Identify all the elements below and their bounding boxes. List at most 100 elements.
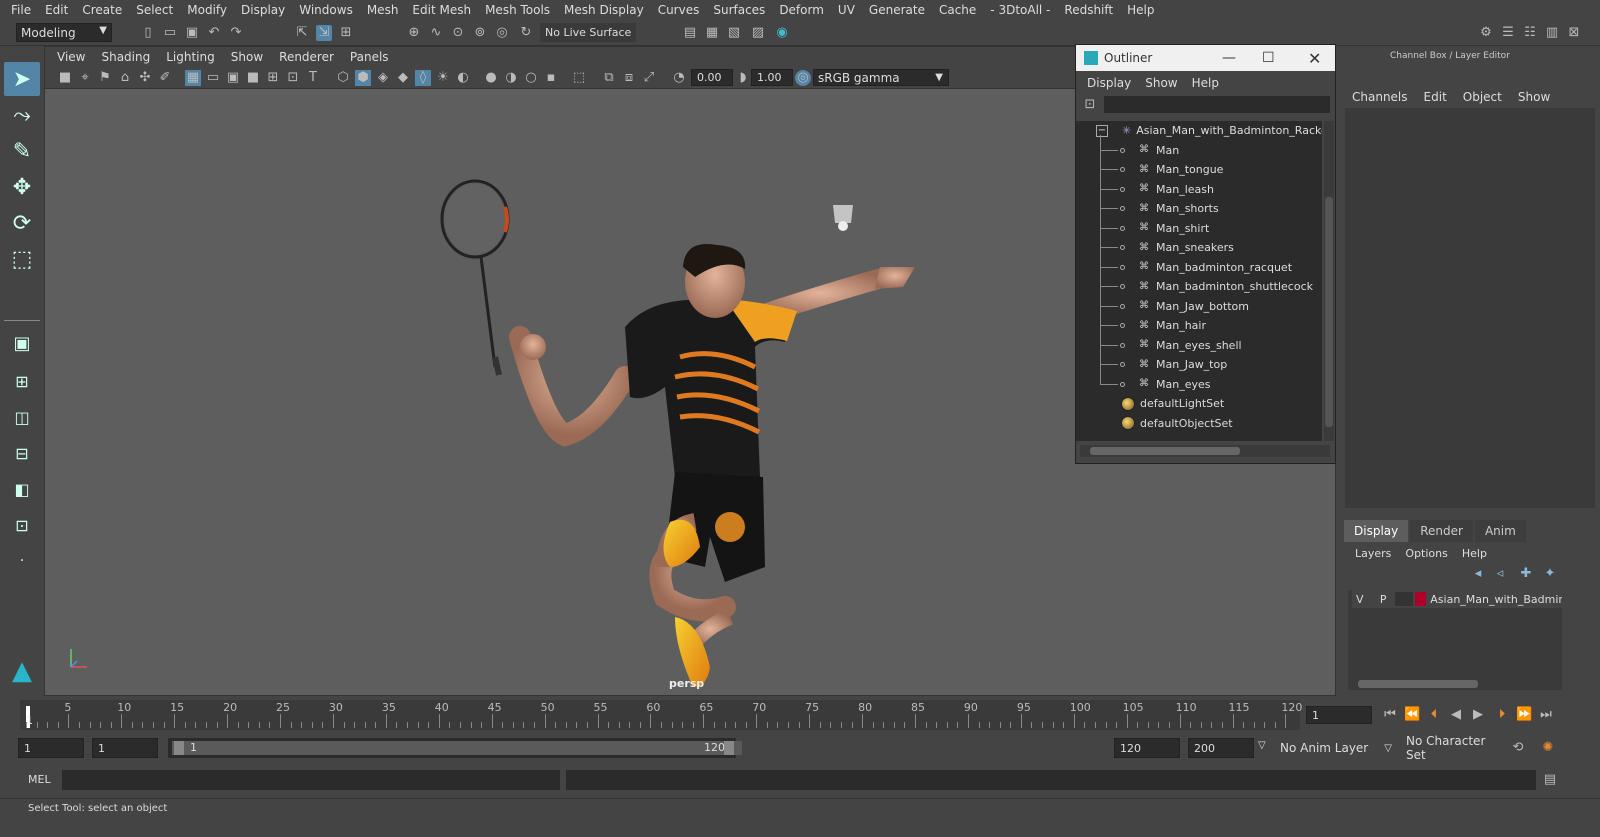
step-forward-key-icon[interactable]: ⏵ bbox=[1494, 707, 1510, 723]
ambient-occlusion-icon[interactable]: ◑ bbox=[503, 70, 519, 86]
layer-up-icon[interactable]: ◂ bbox=[1470, 566, 1486, 582]
outliner-menu-help[interactable]: Help bbox=[1185, 76, 1226, 90]
attribute-editor-icon[interactable]: ☷ bbox=[1522, 25, 1538, 41]
new-layer-selected-icon[interactable]: ✦ bbox=[1542, 566, 1558, 582]
select-tool-icon[interactable]: ➤ bbox=[4, 62, 40, 96]
play-forwards-icon[interactable]: ▶ bbox=[1470, 707, 1486, 723]
outliner-item-root[interactable]: Asian_Man_with_Badminton_Racket bbox=[1136, 124, 1322, 137]
outliner-hscroll[interactable] bbox=[1080, 445, 1330, 457]
command-input[interactable] bbox=[62, 770, 560, 790]
tab-render[interactable]: Render bbox=[1410, 520, 1473, 542]
wireframe-on-shaded-icon[interactable]: ◈ bbox=[375, 70, 391, 86]
new-layer-icon[interactable]: ✚ bbox=[1518, 566, 1534, 582]
menu-deform[interactable]: Deform bbox=[772, 3, 831, 17]
select-component-icon[interactable]: ⊞ bbox=[338, 25, 354, 41]
outliner-item[interactable]: ⌘ Man_badminton_racquet bbox=[1100, 258, 1292, 277]
time-slider[interactable]: 1 5 10 15 20 25 30 35 40 45 50 55 60 65 70 75 80 85 90 95 1… bbox=[0, 698, 1600, 732]
safe-title-icon[interactable]: T bbox=[305, 70, 321, 86]
menu-display[interactable]: Display bbox=[234, 3, 292, 17]
collapse-icon[interactable]: − bbox=[1096, 124, 1108, 137]
render-settings-icon[interactable]: ▨ bbox=[750, 25, 766, 41]
range-end-handle[interactable] bbox=[724, 741, 734, 755]
anim-prefs-icon[interactable]: ✺ bbox=[1540, 740, 1556, 756]
grid-icon[interactable]: ▦ bbox=[185, 70, 201, 86]
persp-hypershade-icon[interactable]: ◧ bbox=[4, 472, 40, 506]
minimize-icon[interactable]: — bbox=[1222, 50, 1236, 66]
channelbox-menu-object[interactable]: Object bbox=[1455, 90, 1510, 104]
render-frame-icon[interactable]: ▦ bbox=[704, 25, 720, 41]
menu-windows[interactable]: Windows bbox=[292, 3, 360, 17]
channelbox-menu-channels[interactable]: Channels bbox=[1344, 90, 1416, 104]
outliner-item[interactable]: ⌘ Man_leash bbox=[1100, 180, 1214, 199]
color-management-icon[interactable]: ◎ bbox=[795, 70, 811, 86]
bookmark-icon[interactable]: ⚑ bbox=[97, 70, 113, 86]
new-scene-icon[interactable]: ▯ bbox=[140, 25, 156, 41]
safe-action-icon[interactable]: ⊡ bbox=[285, 70, 301, 86]
menu-generate[interactable]: Generate bbox=[862, 3, 932, 17]
viewport-menu-panels[interactable]: Panels bbox=[342, 50, 397, 64]
snap-grid-icon[interactable]: ⊕ bbox=[406, 25, 422, 41]
snap-view-icon[interactable]: ⊚ bbox=[472, 25, 488, 41]
select-hierarchy-icon[interactable]: ⇱ bbox=[294, 25, 310, 41]
viewport-menu-shading[interactable]: Shading bbox=[93, 50, 158, 64]
step-forward-icon[interactable]: ⏩ bbox=[1516, 707, 1532, 723]
outliner-item[interactable]: ⌘ Man_tongue bbox=[1100, 160, 1223, 179]
badminton-player-model[interactable] bbox=[425, 127, 925, 707]
lasso-tool-icon[interactable]: ⤳ bbox=[4, 98, 40, 132]
layer-type-toggle[interactable] bbox=[1395, 592, 1413, 606]
outliner-item[interactable]: ⌘ Man_Jaw_top bbox=[1100, 355, 1227, 374]
snap-curve-icon[interactable]: ∿ bbox=[428, 25, 444, 41]
menu-help[interactable]: Help bbox=[1120, 3, 1161, 17]
menu-curves[interactable]: Curves bbox=[651, 3, 707, 17]
four-view-icon[interactable]: ⊞ bbox=[4, 364, 40, 398]
outliner-set-item[interactable]: defaultObjectSet bbox=[1121, 414, 1233, 433]
channel-box-toggle-icon[interactable]: ⊠ bbox=[1566, 25, 1582, 41]
script-language-toggle[interactable]: MEL bbox=[28, 773, 51, 786]
anti-alias-icon[interactable]: ▪ bbox=[543, 70, 559, 86]
layer-color-swatch[interactable] bbox=[1414, 592, 1427, 606]
snap-point-icon[interactable]: ⊙ bbox=[450, 25, 466, 41]
film-gate-icon[interactable]: ▭ bbox=[205, 70, 221, 86]
menu-mesh-display[interactable]: Mesh Display bbox=[557, 3, 651, 17]
select-object-icon[interactable]: ⇲ bbox=[316, 25, 332, 41]
range-slider[interactable]: 1 120 bbox=[168, 738, 742, 758]
layout-icon[interactable]: ☰ bbox=[1500, 25, 1516, 41]
character-set-dropdown[interactable]: No Character Set bbox=[1402, 734, 1502, 762]
channelbox-menu-show[interactable]: Show bbox=[1510, 90, 1558, 104]
gamma-field[interactable]: 1.00 bbox=[751, 69, 793, 86]
outliner-item[interactable]: ⌘ Man_sneakers bbox=[1100, 238, 1234, 257]
outliner-set-item[interactable]: defaultLightSet bbox=[1121, 394, 1224, 413]
menu-file[interactable]: File bbox=[4, 3, 38, 17]
scale-tool-icon[interactable]: ⬚ bbox=[4, 242, 40, 276]
move-tool-icon[interactable]: ✥ bbox=[4, 170, 40, 204]
colorspace-dropdown[interactable]: sRGB gamma ▼ bbox=[813, 69, 949, 86]
layer-menu-layers[interactable]: Layers bbox=[1348, 547, 1398, 560]
chevron-down-icon[interactable]: ▽ bbox=[1258, 740, 1266, 751]
range-slider-bar-fill[interactable] bbox=[172, 741, 742, 755]
exposure-icon[interactable]: ◔ bbox=[671, 70, 687, 86]
animation-start-field[interactable]: 1 bbox=[18, 738, 84, 758]
layer-hscroll[interactable] bbox=[1348, 678, 1562, 690]
script-editor-icon[interactable]: ▤ bbox=[1542, 772, 1558, 788]
camera-select-icon[interactable]: ■ bbox=[57, 70, 73, 86]
viewport-menu-renderer[interactable]: Renderer bbox=[271, 50, 342, 64]
menu-select[interactable]: Select bbox=[129, 3, 180, 17]
play-backwards-icon[interactable]: ◀ bbox=[1448, 707, 1464, 723]
outliner-menu-display[interactable]: Display bbox=[1080, 76, 1138, 90]
playback-end-field[interactable]: 120 bbox=[1114, 738, 1180, 758]
menu-modify[interactable]: Modify bbox=[180, 3, 234, 17]
menuset-dropdown[interactable]: Modeling ▼ bbox=[16, 23, 112, 42]
menu-mesh-tools[interactable]: Mesh Tools bbox=[478, 3, 557, 17]
ipr-render-icon[interactable]: ▧ bbox=[726, 25, 742, 41]
range-start-handle[interactable] bbox=[174, 741, 184, 755]
isolate-select-icon[interactable]: ⬚ bbox=[571, 70, 587, 86]
layer-name[interactable]: Asian_Man_with_Badmin bbox=[1430, 593, 1562, 606]
single-perspective-icon[interactable]: ▣ bbox=[4, 326, 40, 360]
gamma-icon[interactable]: ◗ bbox=[735, 70, 751, 86]
open-scene-icon[interactable]: ▭ bbox=[162, 25, 178, 41]
resolution-gate-icon[interactable]: ▣ bbox=[225, 70, 241, 86]
image-plane-icon[interactable]: ⌂ bbox=[117, 70, 133, 86]
paint-select-icon[interactable]: ✎ bbox=[4, 134, 40, 168]
outliner-item[interactable]: ⌘ Man_eyes bbox=[1100, 375, 1210, 394]
outliner-menu-show[interactable]: Show bbox=[1138, 76, 1184, 90]
